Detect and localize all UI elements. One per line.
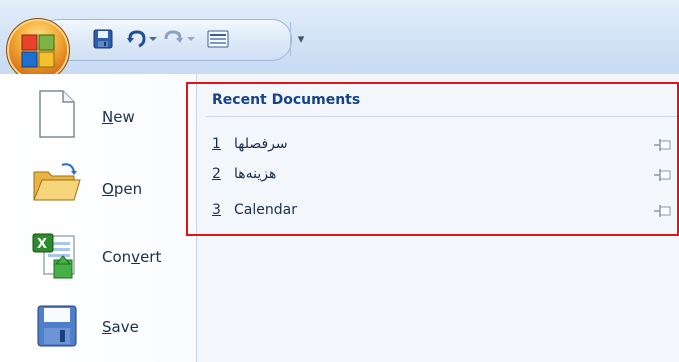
save-icon [37,305,77,347]
undo-icon[interactable] [126,27,148,51]
qat-separator [290,22,291,56]
convert-excel-icon: X [32,233,75,279]
menu-item-convert[interactable]: X Convert [14,226,190,288]
menu-label-convert: Convert [102,248,162,266]
office-logo-icon [21,34,55,68]
menu-label-save: Save [102,318,139,336]
undo-dropdown-icon[interactable] [148,27,158,51]
menu-item-new[interactable]: New [14,84,190,146]
office-button[interactable] [6,18,70,82]
redo-icon[interactable] [162,27,184,51]
menu-item-open[interactable]: Open [14,156,190,218]
redo-dropdown-icon[interactable] [186,27,196,51]
quick-print-icon[interactable] [206,27,230,51]
open-folder-icon [33,163,81,201]
new-document-icon [39,90,75,138]
highlight-box [186,82,679,236]
menu-label-open: Open [102,180,143,198]
menu-item-save[interactable]: Save [14,292,190,354]
customize-qat-button[interactable]: ▾ [295,27,307,51]
svg-text:X: X [37,237,47,252]
menu-label-new: New [102,108,135,126]
save-icon[interactable] [92,27,114,51]
